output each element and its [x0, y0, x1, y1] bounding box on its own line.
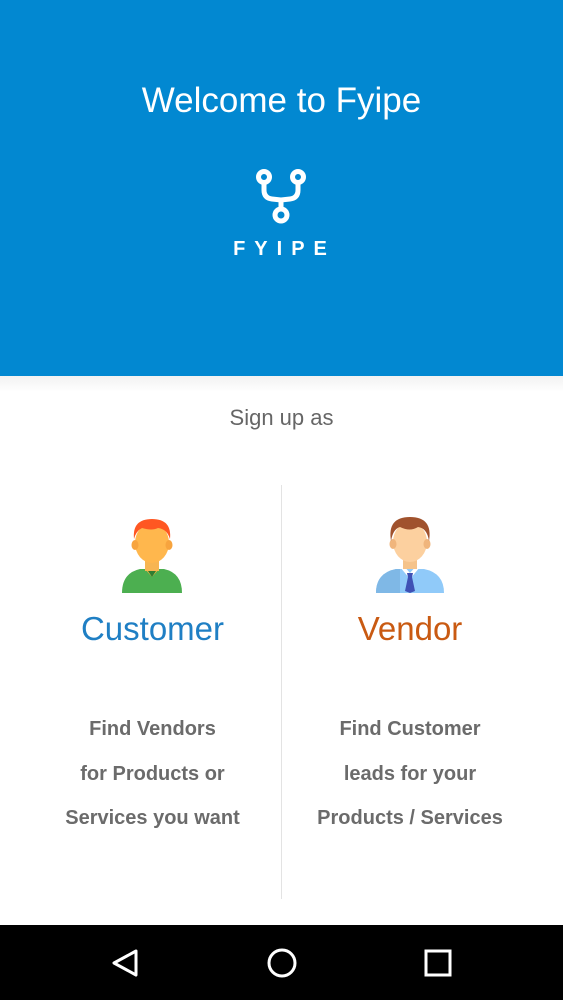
customer-description-line: for Products or	[80, 762, 225, 785]
customer-description: Find Vendors for Products or Services yo…	[12, 707, 293, 841]
customer-option[interactable]: Customer Find Vendors for Products or Se…	[12, 485, 293, 899]
vendor-description-line: Products / Services	[317, 807, 503, 829]
customer-description-line: Find Vendors	[89, 718, 216, 740]
vendor-option[interactable]: Vendor Find Customer leads for your Prod…	[282, 485, 538, 899]
welcome-header: Welcome to Fyipe FYIPE	[0, 0, 563, 376]
vendor-title: Vendor	[357, 610, 463, 647]
back-triangle-icon[interactable]	[106, 943, 146, 983]
welcome-title: Welcome to Fyipe	[141, 81, 422, 120]
vendor-avatar-icon	[376, 517, 444, 593]
system-navigation-bar	[0, 925, 563, 1000]
home-circle-icon[interactable]	[262, 943, 302, 983]
signup-heading: Sign up as	[229, 405, 334, 430]
recent-apps-square-icon[interactable]	[418, 943, 458, 983]
fyipe-logo-text: FYIPE	[233, 238, 336, 260]
header-shadow	[0, 376, 563, 392]
vendor-description: Find Customer leads for your Products / …	[282, 707, 538, 841]
customer-avatar-icon	[122, 519, 182, 593]
vendor-description-line: Find Customer	[339, 718, 481, 740]
customer-title: Customer	[80, 610, 225, 647]
fyipe-logo-icon	[256, 169, 306, 224]
vendor-description-line: leads for your	[343, 762, 477, 785]
customer-description-line: Services you want	[65, 807, 240, 829]
